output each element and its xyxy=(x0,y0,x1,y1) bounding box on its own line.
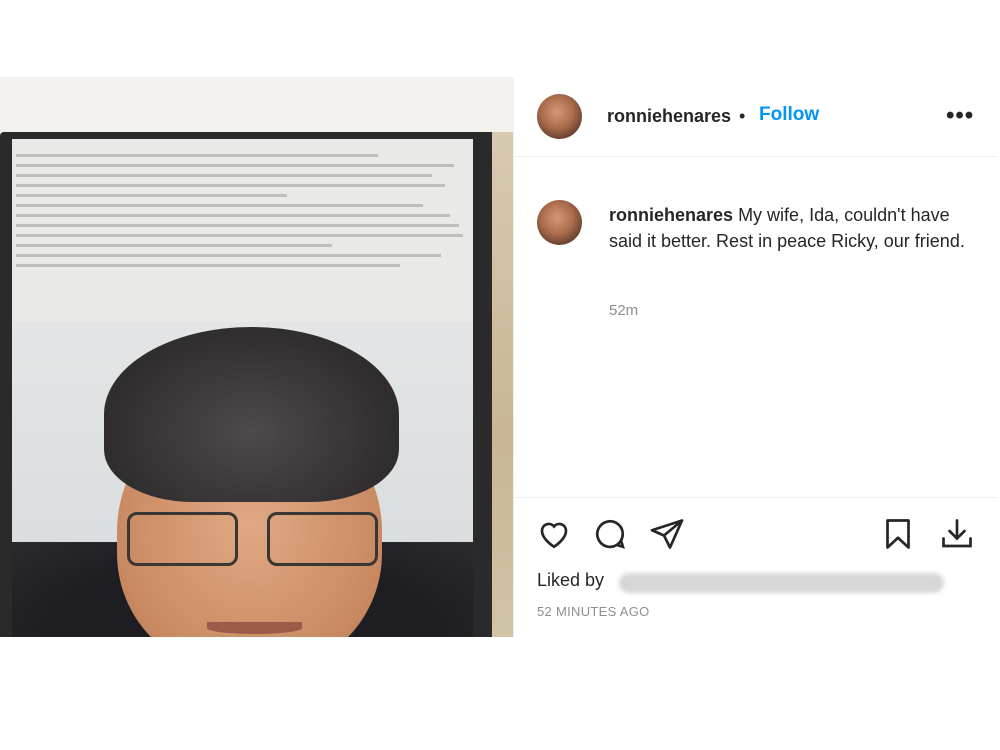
bookmark-icon[interactable] xyxy=(880,516,916,557)
post-header: ronniehenares • Follow ••• xyxy=(514,77,997,157)
portrait-mouth xyxy=(207,622,302,634)
image-background xyxy=(0,77,513,132)
send-icon[interactable] xyxy=(649,516,685,557)
caption-avatar[interactable] xyxy=(537,200,582,245)
download-icon[interactable] xyxy=(939,516,975,557)
post-timestamp: 52 MINUTES AGO xyxy=(537,604,650,619)
avatar[interactable] xyxy=(537,94,582,139)
liked-by-label: Liked by xyxy=(537,570,605,590)
heart-icon[interactable] xyxy=(536,516,572,557)
portrait-hair xyxy=(104,327,399,502)
follow-button[interactable]: Follow xyxy=(759,104,819,126)
portrait-glasses xyxy=(127,512,378,566)
wooden-table xyxy=(490,132,513,637)
post-caption: ronniehenares My wife, Ida, couldn't hav… xyxy=(609,202,969,254)
document-text-lines xyxy=(16,147,468,317)
portrait-photo xyxy=(12,322,473,637)
caption-username[interactable]: ronniehenares xyxy=(609,205,733,225)
action-bar: Liked by 52 MINUTES AGO xyxy=(514,497,997,638)
post-image[interactable] xyxy=(0,77,513,637)
separator-dot: • xyxy=(739,106,746,126)
caption-time: 52m xyxy=(609,302,639,319)
more-options-icon[interactable]: ••• xyxy=(946,102,974,130)
comment-icon[interactable] xyxy=(592,516,628,557)
instagram-post: ronniehenares • Follow ••• ronniehenares… xyxy=(0,77,1000,637)
username-link[interactable]: ronniehenares xyxy=(607,106,731,127)
post-side-panel: ronniehenares • Follow ••• ronniehenares… xyxy=(513,77,997,637)
liked-by-blurred-names xyxy=(619,573,944,593)
